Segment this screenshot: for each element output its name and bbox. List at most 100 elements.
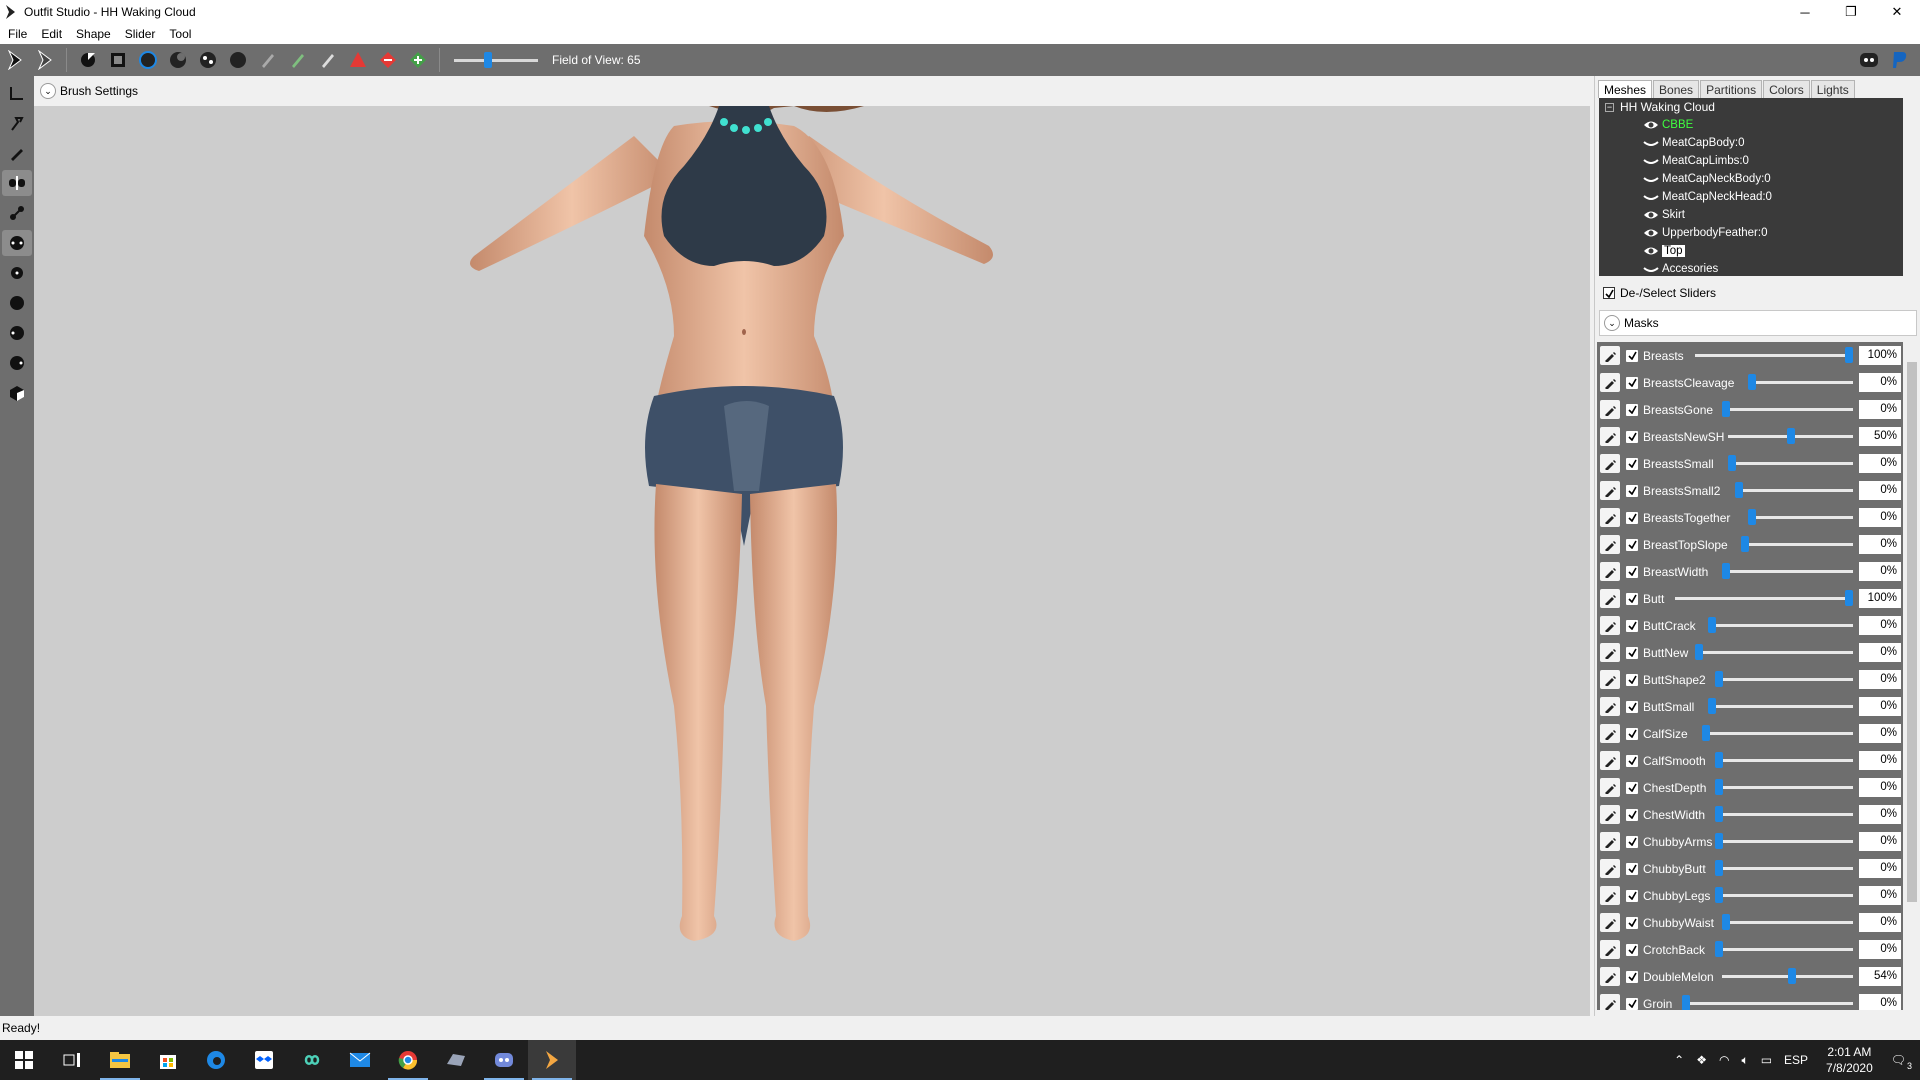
discord-taskbar-icon[interactable] (480, 1040, 528, 1080)
slider-value[interactable]: 0% (1859, 994, 1901, 1010)
slider-track[interactable] (1748, 381, 1853, 384)
deselect-sliders-checkbox[interactable] (1603, 287, 1615, 299)
3d-viewport[interactable]: ⌄ Brush Settings (34, 76, 1590, 1016)
slider-checkbox[interactable] (1626, 700, 1638, 713)
slider-value[interactable]: 0% (1859, 724, 1901, 743)
mesh-item[interactable]: MeatCapLimbs:0 (1599, 152, 1917, 170)
slider-track[interactable] (1721, 570, 1853, 573)
slider-value[interactable]: 0% (1859, 940, 1901, 959)
character-model[interactable] (34, 106, 1590, 1016)
eye-closed-icon[interactable] (1643, 137, 1659, 149)
slider-value[interactable]: 50% (1859, 427, 1901, 446)
slider-track[interactable] (1715, 678, 1853, 681)
eye-icon[interactable] (1643, 227, 1659, 239)
slider-value[interactable]: 0% (1859, 832, 1901, 851)
slider-checkbox[interactable] (1626, 646, 1638, 659)
slider-value[interactable]: 0% (1859, 562, 1901, 581)
tree-scrollbar[interactable] (1903, 98, 1917, 276)
slider-track[interactable] (1715, 840, 1853, 843)
slider-track[interactable] (1728, 462, 1853, 465)
brush-settings-bar[interactable]: ⌄ Brush Settings (34, 76, 1590, 106)
sphere-view-icon[interactable] (2, 350, 32, 376)
edit-slider-icon[interactable] (1600, 535, 1620, 554)
edit-slider-icon[interactable] (1600, 616, 1620, 635)
unmask-brush-icon[interactable] (107, 49, 129, 71)
tree-root[interactable]: − HH Waking Cloud (1599, 98, 1917, 116)
edit-slider-icon[interactable] (1600, 427, 1620, 446)
infinity-app-icon[interactable] (288, 1040, 336, 1080)
edit-slider-icon[interactable] (1600, 994, 1620, 1010)
slider-thumb[interactable] (1721, 914, 1730, 930)
slider-scrollbar-thumb[interactable] (1907, 362, 1917, 902)
inflate-brush-icon[interactable] (137, 49, 159, 71)
clock[interactable]: 2:01 AM 7/8/2020 (1826, 1044, 1873, 1076)
slider-track[interactable] (1748, 516, 1853, 519)
slider-track[interactable] (1695, 354, 1853, 357)
slider-value[interactable]: 54% (1859, 967, 1901, 986)
mesh-item[interactable]: UpperbodyFeather:0 (1599, 224, 1917, 242)
edit-slider-icon[interactable] (1600, 778, 1620, 797)
slider-track[interactable] (1682, 1002, 1853, 1005)
paypal-icon[interactable] (1888, 49, 1910, 71)
mesh-item[interactable]: MeatCapNeckHead:0 (1599, 188, 1917, 206)
edit-slider-icon[interactable] (1600, 886, 1620, 905)
mirror-x-icon[interactable] (2, 170, 32, 196)
slider-thumb[interactable] (1708, 617, 1717, 633)
slider-scrollbar[interactable] (1905, 342, 1919, 1010)
mesh-item[interactable]: MeatCapBody:0 (1599, 134, 1917, 152)
slider-track[interactable] (1701, 732, 1853, 735)
task-view-icon[interactable] (48, 1040, 96, 1080)
edit-slider-icon[interactable] (1600, 724, 1620, 743)
slider-thumb[interactable] (1788, 968, 1797, 984)
language-indicator[interactable]: ESP (1784, 1053, 1808, 1067)
slider-value[interactable]: 0% (1859, 508, 1901, 527)
slider-checkbox[interactable] (1626, 997, 1638, 1010)
slider-thumb[interactable] (1741, 536, 1750, 552)
edit-slider-icon[interactable] (1600, 751, 1620, 770)
pose-tool-icon[interactable] (2, 80, 32, 106)
slider-track[interactable] (1721, 408, 1853, 411)
mesh-item[interactable]: MeatCapNeckBody:0 (1599, 170, 1917, 188)
slider-checkbox[interactable] (1626, 889, 1638, 902)
slider-value[interactable]: 0% (1859, 535, 1901, 554)
chevron-down-icon[interactable]: ⌄ (40, 83, 56, 99)
slider-checkbox[interactable] (1626, 781, 1638, 794)
slider-track[interactable] (1695, 651, 1853, 654)
edit-slider-icon[interactable] (1600, 373, 1620, 392)
eye-closed-icon[interactable] (1643, 173, 1659, 185)
edge-icon[interactable] (192, 1040, 240, 1080)
slider-thumb[interactable] (1715, 752, 1723, 768)
slider-thumb[interactable] (1845, 347, 1853, 363)
slider-track[interactable] (1708, 624, 1853, 627)
color-brush-icon[interactable] (287, 49, 309, 71)
global-brush-icon[interactable] (2, 230, 32, 256)
menu-shape[interactable]: Shape (76, 27, 111, 41)
menu-slider[interactable]: Slider (125, 27, 156, 41)
slider-thumb[interactable] (1682, 995, 1690, 1010)
discord-icon[interactable] (1858, 49, 1880, 71)
edit-slider-icon[interactable] (1600, 967, 1620, 986)
slider-checkbox[interactable] (1626, 754, 1638, 767)
tab-bones[interactable]: Bones (1653, 80, 1700, 98)
slider-checkbox[interactable] (1626, 376, 1638, 389)
start-button-icon[interactable] (0, 1040, 48, 1080)
vertex-size-small-icon[interactable] (2, 260, 32, 286)
deselect-sliders[interactable]: De-/Select Sliders (1603, 286, 1716, 300)
outfit-studio-taskbar-icon[interactable] (528, 1040, 576, 1080)
edit-slider-icon[interactable] (1600, 832, 1620, 851)
move-brush-icon[interactable] (197, 49, 219, 71)
volume-icon[interactable]: 🔈︎ (1741, 1053, 1748, 1068)
slider-value[interactable]: 0% (1859, 805, 1901, 824)
mail-icon[interactable] (336, 1040, 384, 1080)
slider-checkbox[interactable] (1626, 484, 1638, 497)
slider-track[interactable] (1715, 813, 1853, 816)
file-explorer-icon[interactable] (96, 1040, 144, 1080)
slider-track[interactable] (1734, 489, 1853, 492)
menu-file[interactable]: File (8, 27, 27, 41)
slider-value[interactable]: 0% (1859, 373, 1901, 392)
slider-thumb[interactable] (1715, 833, 1723, 849)
slider-thumb[interactable] (1708, 698, 1717, 714)
slider-checkbox[interactable] (1626, 538, 1638, 551)
slider-thumb[interactable] (1748, 374, 1756, 390)
edit-slider-icon[interactable] (1600, 697, 1620, 716)
